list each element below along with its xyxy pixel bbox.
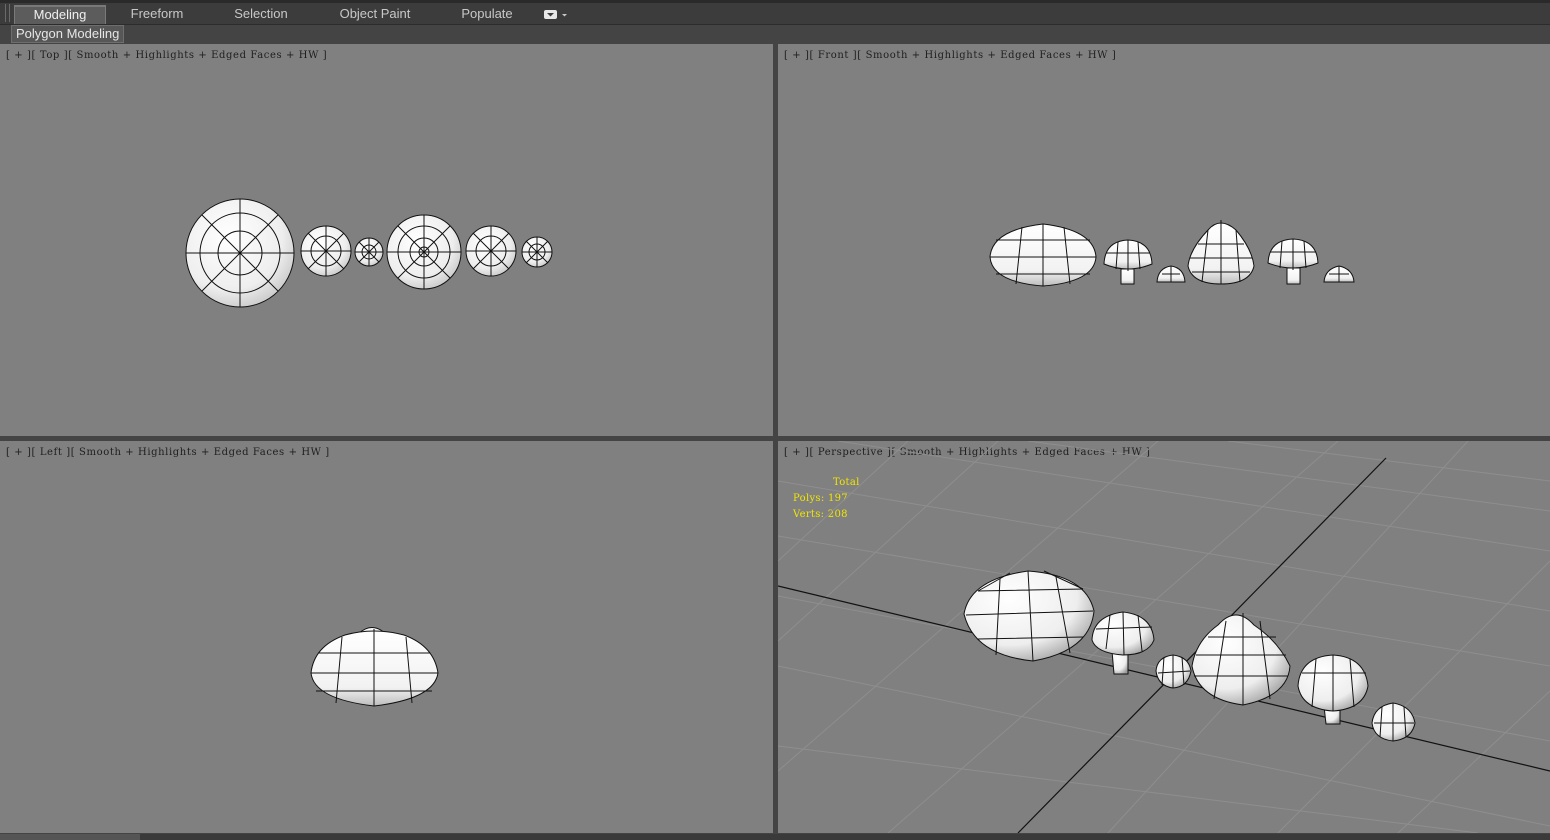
home-grid: [778, 441, 1550, 833]
mushroom-top-5[interactable]: [465, 225, 517, 277]
ribbon-grip-handle[interactable]: [5, 4, 10, 22]
viewport-perspective[interactable]: [ + ][ Perspective ][ Smooth + Highlight…: [778, 441, 1550, 833]
left-view-mushrooms: [310, 627, 439, 707]
viewport-left[interactable]: [ + ][ Left ][ Smooth + Highlights + Edg…: [0, 441, 773, 833]
tab-modeling[interactable]: Modeling: [14, 5, 106, 24]
ribbon-tab-bar: Modeling Freeform Selection Object Paint…: [0, 0, 1550, 25]
mushroom-front-3[interactable]: [1156, 265, 1186, 283]
viewport-top[interactable]: [ + ][ Top ][ Smooth + Highlights + Edge…: [0, 44, 773, 436]
mushroom-front-1[interactable]: [989, 223, 1097, 287]
tab-freeform[interactable]: Freeform: [118, 5, 196, 23]
perspective-scene: [778, 441, 1550, 833]
mushroom-front-4[interactable]: [1187, 220, 1255, 285]
tab-selection[interactable]: Selection: [222, 5, 300, 23]
mushroom-left-1[interactable]: [310, 627, 439, 707]
mushroom-top-2[interactable]: [300, 225, 352, 277]
mushroom-top-1[interactable]: [185, 198, 295, 308]
tab-object-paint[interactable]: Object Paint: [330, 5, 420, 23]
mushroom-top-4[interactable]: [386, 214, 462, 290]
title-strip: [0, 0, 1550, 3]
polygon-modeling-panel-button[interactable]: Polygon Modeling: [11, 25, 125, 43]
dropdown-menu-icon[interactable]: [543, 8, 571, 20]
mushroom-persp-6[interactable]: [1371, 702, 1416, 742]
world-axes: [778, 457, 1550, 833]
mushroom-front-5[interactable]: [1267, 238, 1319, 285]
mushroom-top-3[interactable]: [354, 237, 384, 267]
time-slider-bar[interactable]: [0, 834, 1550, 840]
ribbon-panel-row: [0, 25, 1550, 43]
front-view-mushrooms: [989, 220, 1355, 287]
tab-populate[interactable]: Populate: [450, 5, 524, 23]
mushroom-persp-4[interactable]: [1191, 613, 1291, 706]
mushroom-top-6[interactable]: [521, 236, 553, 268]
time-slider-thumb[interactable]: [0, 834, 140, 840]
mushroom-front-2[interactable]: [1103, 239, 1153, 285]
mushroom-persp-1[interactable]: [963, 570, 1095, 662]
mushroom-front-6[interactable]: [1323, 265, 1355, 283]
viewport-front[interactable]: [ + ][ Front ][ Smooth + Highlights + Ed…: [778, 44, 1550, 436]
mushroom-persp-3[interactable]: [1155, 654, 1192, 689]
top-view-mushrooms: [185, 198, 553, 308]
